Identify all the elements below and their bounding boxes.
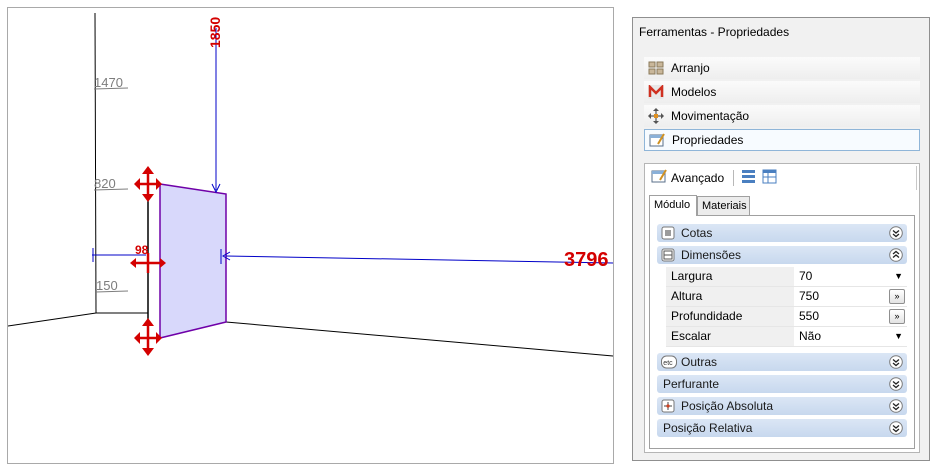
nav-item-modelos[interactable]: Modelos bbox=[644, 81, 920, 103]
dimensions-icon bbox=[661, 226, 675, 240]
property-name-escalar: Escalar bbox=[666, 327, 794, 346]
dim-label-820: 820 bbox=[94, 176, 116, 191]
dim-label-98: 98 bbox=[135, 243, 149, 257]
nav-item-propriedades[interactable]: Propriedades bbox=[644, 129, 920, 151]
panel-title: Ferramentas - Propriedades bbox=[639, 25, 790, 39]
models-icon bbox=[648, 84, 664, 100]
properties-icon bbox=[649, 132, 665, 148]
properties-subpanel: Avançado Módulo Materiais Cotas Dimensõe… bbox=[644, 163, 920, 453]
nav-label-movimentacao: Movimentação bbox=[671, 109, 750, 123]
chevron-double-down-icon[interactable] bbox=[889, 355, 903, 369]
3d-viewport[interactable]: 1470 820 150 1850 98 3796 bbox=[7, 7, 614, 464]
section-label-dimensoes: Dimensões bbox=[681, 248, 742, 262]
scene-canvas[interactable]: 1470 820 150 1850 98 3796 bbox=[8, 8, 613, 463]
section-label-posicao-absoluta: Posição Absoluta bbox=[681, 399, 774, 413]
dim-label-150: 150 bbox=[96, 278, 118, 293]
grid-view-icon bbox=[762, 169, 777, 187]
section-posicao-relativa[interactable]: Posição Relativa bbox=[657, 419, 907, 437]
size-icon bbox=[661, 248, 675, 262]
expand-button-altura[interactable]: » bbox=[889, 289, 905, 304]
property-value-largura[interactable]: 70 bbox=[799, 267, 889, 286]
floor-edge-right bbox=[225, 321, 613, 357]
chevron-double-down-icon[interactable] bbox=[889, 421, 903, 435]
section-perfurante[interactable]: Perfurante bbox=[657, 375, 907, 393]
property-value-escalar[interactable]: Não bbox=[799, 327, 889, 346]
tab-content-modulo: Cotas Dimensões Largura 70 ▼ Altura 750 … bbox=[649, 215, 915, 449]
section-label-perfurante: Perfurante bbox=[663, 377, 720, 391]
property-row-altura[interactable]: Altura 750 » bbox=[666, 287, 907, 307]
toolbar-edge bbox=[916, 166, 917, 190]
dim-label-3796: 3796 bbox=[564, 249, 609, 271]
position-icon bbox=[661, 399, 675, 413]
selected-panel[interactable] bbox=[159, 183, 227, 339]
nav-label-modelos: Modelos bbox=[671, 85, 717, 99]
toolbar-separator bbox=[733, 170, 734, 186]
move-handle-top[interactable] bbox=[134, 166, 162, 202]
property-value-altura[interactable]: 750 bbox=[799, 287, 889, 306]
move-icon bbox=[648, 108, 664, 124]
chevron-double-down-icon[interactable] bbox=[889, 377, 903, 391]
dim-label-1850: 1850 bbox=[207, 17, 223, 48]
tab-materiais[interactable]: Materiais bbox=[697, 196, 750, 215]
properties-toolbar: Avançado bbox=[645, 164, 919, 190]
list-view-button[interactable] bbox=[741, 169, 756, 187]
property-name-profundidade: Profundidade bbox=[666, 307, 794, 326]
property-value-profundidade[interactable]: 550 bbox=[799, 307, 889, 326]
dim-line-3796 bbox=[225, 255, 613, 264]
nav-item-movimentacao[interactable]: Movimentação bbox=[644, 105, 920, 127]
section-cotas[interactable]: Cotas bbox=[657, 224, 907, 242]
property-row-largura[interactable]: Largura 70 ▼ bbox=[666, 267, 907, 287]
grid-view-button[interactable] bbox=[762, 169, 777, 187]
property-name-largura: Largura bbox=[666, 267, 794, 286]
tools-properties-panel: Ferramentas - Propriedades Arranjo Model… bbox=[632, 17, 930, 461]
chevron-double-up-icon[interactable] bbox=[889, 248, 903, 262]
svg-text:etc: etc bbox=[663, 360, 673, 367]
advanced-label: Avançado bbox=[671, 170, 725, 185]
wall-corner-edge bbox=[94, 12, 97, 314]
property-row-profundidade[interactable]: Profundidade 550 » bbox=[666, 307, 907, 327]
nav-item-arranjo[interactable]: Arranjo bbox=[644, 57, 920, 79]
property-name-altura: Altura bbox=[666, 287, 794, 306]
chevron-double-down-icon[interactable] bbox=[889, 226, 903, 240]
chevron-double-down-icon[interactable] bbox=[889, 399, 903, 413]
section-outras[interactable]: etc Outras bbox=[657, 353, 907, 371]
arrange-icon bbox=[648, 60, 664, 76]
nav-label-propriedades: Propriedades bbox=[672, 133, 744, 147]
move-handle-bottom[interactable] bbox=[134, 318, 162, 356]
property-row-escalar[interactable]: Escalar Não ▼ bbox=[666, 327, 907, 347]
section-label-outras: Outras bbox=[681, 355, 718, 369]
section-label-cotas: Cotas bbox=[681, 226, 713, 240]
expand-button-profundidade[interactable]: » bbox=[889, 309, 905, 324]
section-label-posicao-relativa: Posição Relativa bbox=[663, 421, 753, 435]
dropdown-arrow-icon[interactable]: ▼ bbox=[894, 267, 903, 286]
nav-label-arranjo: Arranjo bbox=[671, 61, 710, 75]
dim-label-1470: 1470 bbox=[94, 75, 123, 90]
etc-icon: etc bbox=[661, 355, 677, 369]
list-view-icon bbox=[741, 170, 756, 187]
advanced-icon bbox=[651, 169, 667, 186]
section-posicao-absoluta[interactable]: Posição Absoluta bbox=[657, 397, 907, 415]
section-dimensoes[interactable]: Dimensões bbox=[657, 246, 907, 264]
floor-edge-left bbox=[8, 312, 97, 327]
tab-modulo[interactable]: Módulo bbox=[649, 195, 697, 216]
advanced-button[interactable]: Avançado bbox=[651, 169, 724, 186]
dropdown-arrow-icon[interactable]: ▼ bbox=[894, 327, 903, 346]
